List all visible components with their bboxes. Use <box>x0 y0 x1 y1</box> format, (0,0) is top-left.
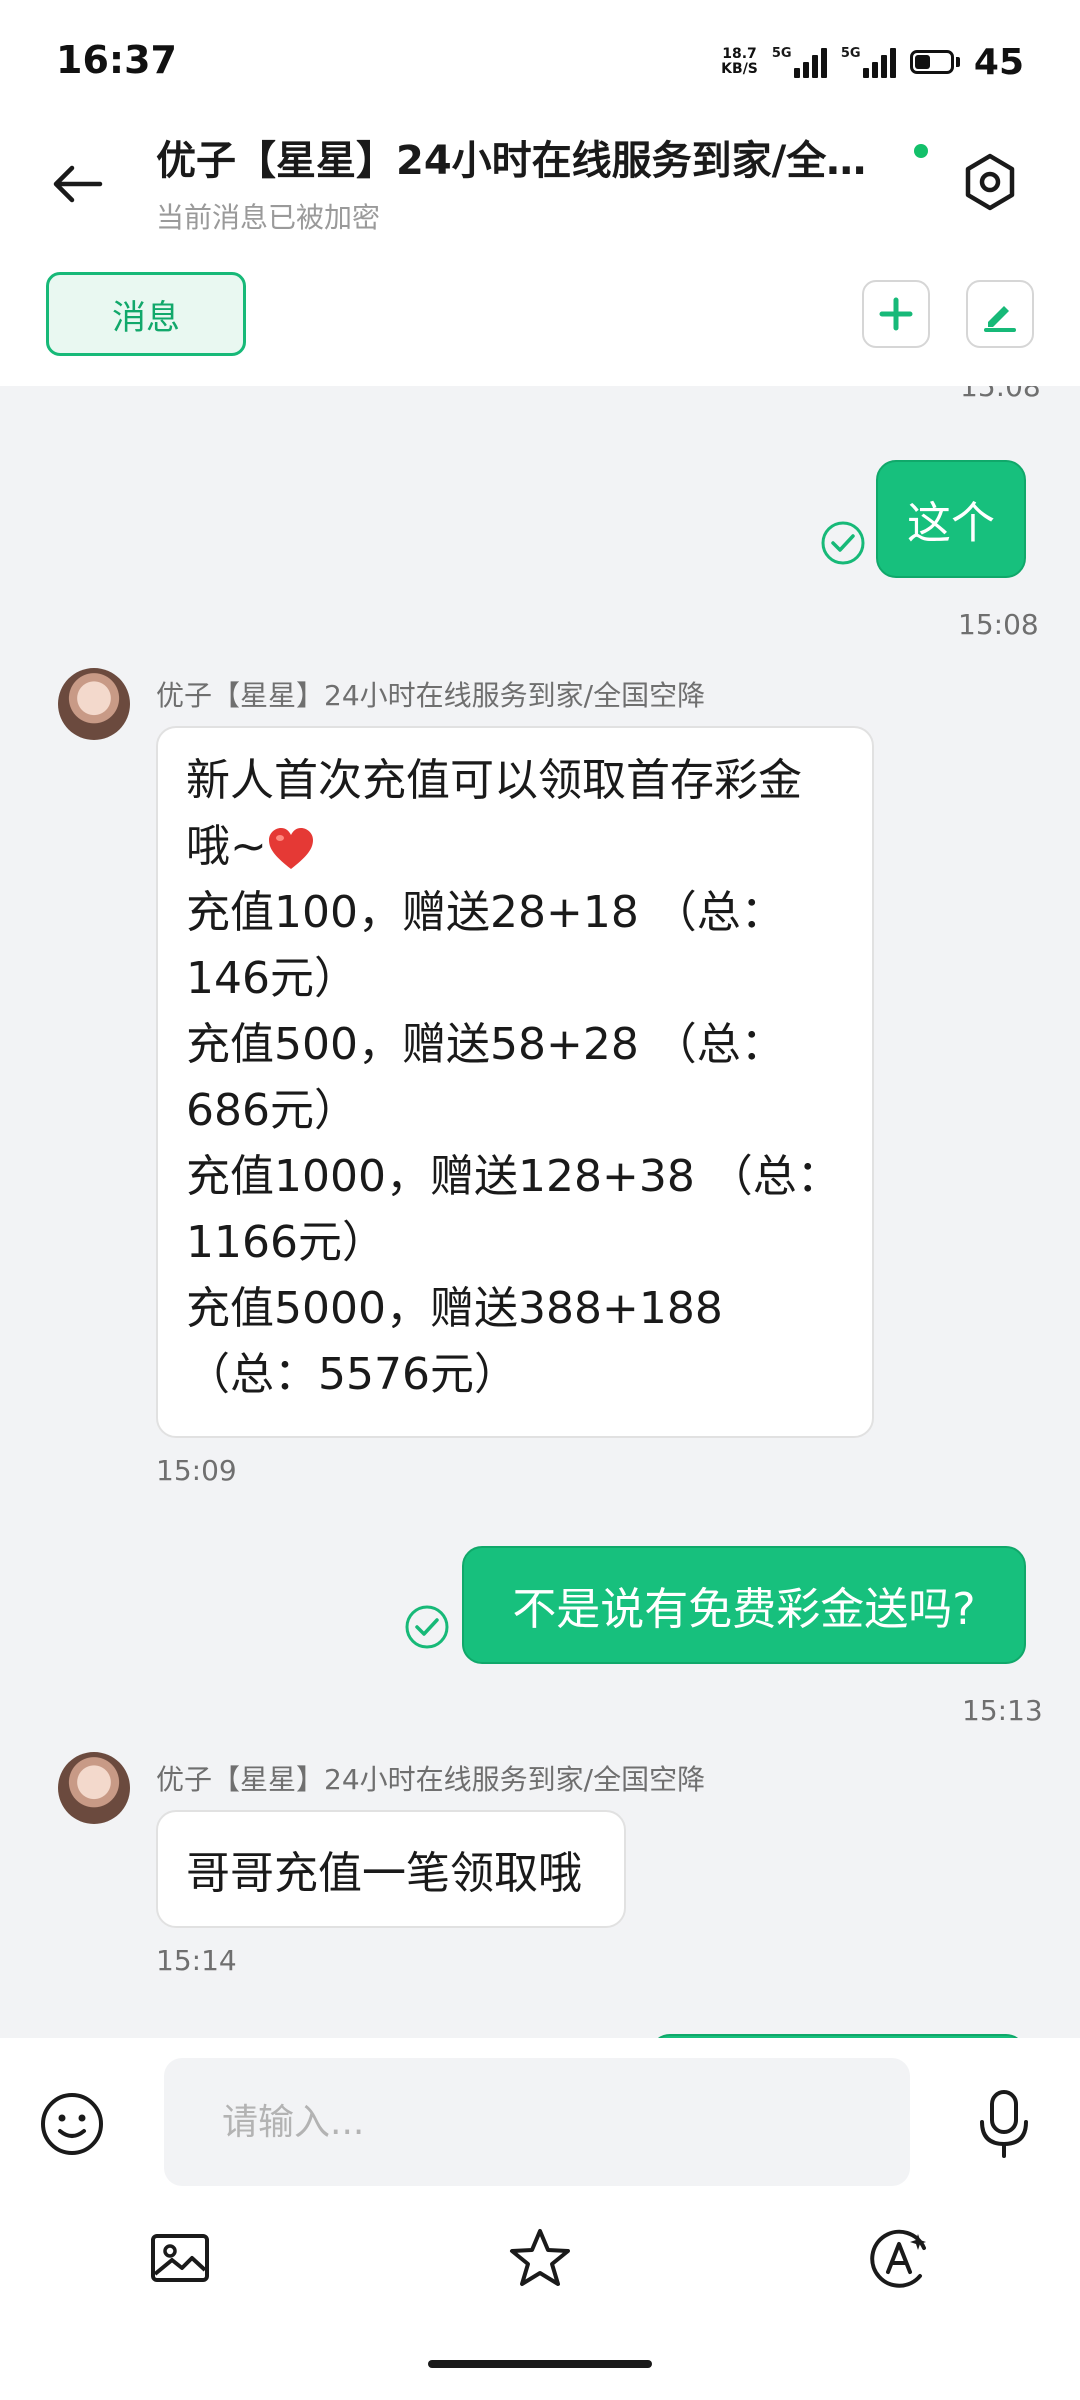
voice-button[interactable] <box>972 2088 1036 2160</box>
outgoing-message-bubble[interactable]: 这个 <box>876 460 1026 578</box>
signal-sim1-icon: 5G <box>772 46 827 78</box>
arrow-left-icon <box>53 165 103 203</box>
sender-name: 优子【星星】24小时在线服务到家/全国空降 <box>156 1763 706 1796</box>
avatar[interactable] <box>58 1752 130 1824</box>
message-line: 686元） <box>186 1085 358 1136</box>
message-line: 1166元） <box>186 1217 386 1268</box>
message-timestamp: 15:08 <box>960 386 1041 403</box>
home-indicator[interactable] <box>428 2360 652 2368</box>
smiley-icon <box>41 2093 103 2155</box>
signal-sim2-icon: 5G <box>841 46 896 78</box>
message-timestamp: 15:14 <box>156 1944 237 1977</box>
chat-title[interactable]: 优子【星星】24小时在线服务到家/全国... <box>156 128 896 186</box>
incoming-message-bubble[interactable]: 哥哥充值一笔领取哦 <box>156 1810 626 1928</box>
message-line: 充值500，赠送58+28 （总： <box>186 1019 785 1070</box>
message-line: （总：5576元） <box>186 1349 518 1400</box>
message-line: 新人首次充值可以领取首存彩金 <box>186 755 802 806</box>
outgoing-message-bubble[interactable]: 不是说有免费彩金送吗? <box>462 1546 1026 1664</box>
status-bar: 16:37 18.7 KB/S 5G 5G 45 <box>0 0 1080 120</box>
encryption-notice: 当前消息已被加密 <box>156 201 381 234</box>
message-list[interactable]: 15:08 这个 15:08 优子【星星】24小时在线服务到家/全国空降 新人首… <box>0 386 1080 2038</box>
image-icon <box>151 2234 209 2282</box>
message-timestamp: 15:13 <box>962 1694 1043 1727</box>
status-time: 16:37 <box>56 38 177 82</box>
avatar[interactable] <box>58 668 130 740</box>
message-timestamp: 15:08 <box>958 608 1039 641</box>
message-input[interactable] <box>164 2058 910 2186</box>
message-line: 146元） <box>186 953 358 1004</box>
add-button[interactable] <box>862 280 930 348</box>
sender-name: 优子【星星】24小时在线服务到家/全国空降 <box>156 679 706 712</box>
online-status-indicator <box>914 144 928 158</box>
image-button[interactable] <box>148 2226 212 2290</box>
status-indicators: 18.7 KB/S 5G 5G 45 <box>721 38 1024 86</box>
edit-button[interactable] <box>966 280 1034 348</box>
pencil-icon <box>984 306 1016 332</box>
plus-icon <box>879 297 913 331</box>
check-circle-icon <box>821 521 865 565</box>
message-timestamp: 15:09 <box>156 1454 237 1487</box>
check-circle-icon <box>405 1605 449 1649</box>
ai-assistant-button[interactable] <box>868 2226 932 2290</box>
microphone-icon <box>980 2090 1028 2158</box>
ai-assistant-icon <box>870 2229 926 2288</box>
favorite-button[interactable] <box>508 2226 572 2290</box>
message-line: 充值100，赠送28+18 （总： <box>186 887 785 938</box>
chat-toolbar: 消息 <box>0 260 1080 386</box>
hexagon-settings-icon <box>965 153 1015 211</box>
chat-header: 优子【星星】24小时在线服务到家/全国... 当前消息已被加密 <box>0 120 1080 260</box>
battery-icon <box>909 50 960 74</box>
incoming-message-bubble[interactable]: 新人首次充值可以领取首存彩金 哦~ 充值100，赠送28+18 （总： 146元… <box>156 726 874 1438</box>
input-bar <box>0 2038 1080 2400</box>
message-line: 充值5000，赠送388+188 <box>186 1283 723 1334</box>
settings-button[interactable] <box>958 150 1022 214</box>
tab-messages[interactable]: 消息 <box>46 272 246 356</box>
message-line-with-emoji: 哦~ <box>186 814 872 880</box>
heart-emoji <box>268 828 313 869</box>
network-speed: 18.7 KB/S <box>721 46 758 77</box>
message-line: 充值1000，赠送128+38 （总： <box>186 1151 841 1202</box>
back-button[interactable] <box>46 152 110 216</box>
emoji-button[interactable] <box>38 2090 106 2158</box>
star-icon <box>510 2229 570 2286</box>
battery-level: 45 <box>973 41 1024 83</box>
